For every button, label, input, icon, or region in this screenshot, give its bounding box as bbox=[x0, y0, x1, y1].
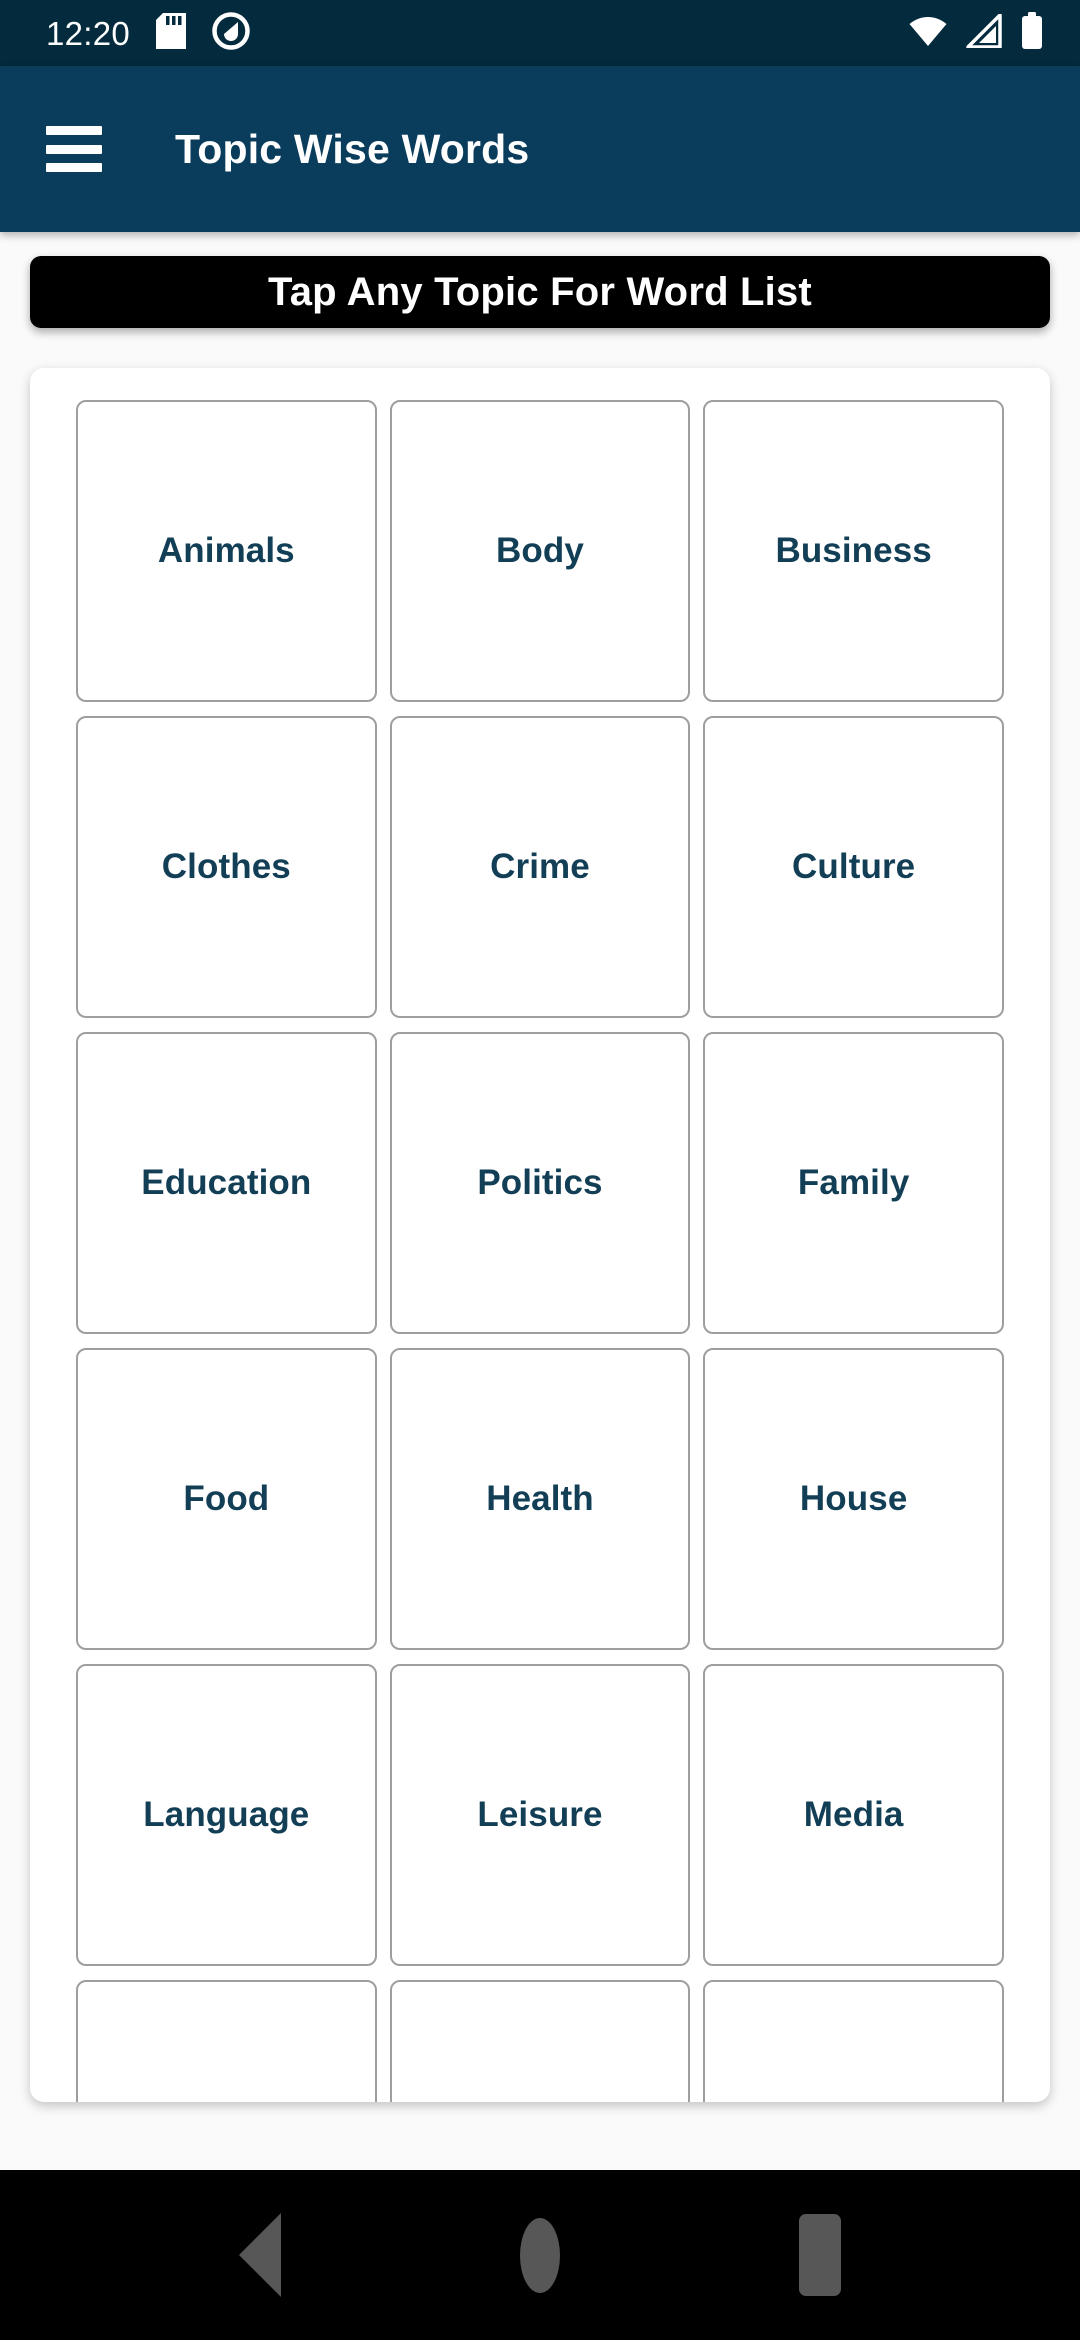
hamburger-bar-3 bbox=[46, 163, 102, 172]
topic-cell-label: Body bbox=[496, 531, 584, 570]
hamburger-menu-icon[interactable] bbox=[46, 126, 102, 172]
topic-grid-card: Animals Body Business Clothes Crime Culture Ed… bbox=[30, 368, 1050, 2102]
topic-cell-label: Clothes bbox=[161, 847, 291, 886]
back-button[interactable] bbox=[200, 2195, 320, 2315]
recents-button[interactable] bbox=[760, 2195, 880, 2315]
topic-cell-label: Animals bbox=[157, 531, 295, 570]
topic-cell[interactable]: Family bbox=[703, 1032, 1004, 1334]
topic-cell[interactable]: Media bbox=[703, 1664, 1004, 1966]
topic-cell-label: Health bbox=[486, 1479, 594, 1518]
instruction-banner-text: Tap Any Topic For Word List bbox=[268, 269, 812, 314]
topic-cell-label: House bbox=[799, 1479, 908, 1518]
hamburger-bar-1 bbox=[46, 126, 102, 135]
topic-cell-label: Crime bbox=[490, 847, 590, 886]
home-button[interactable] bbox=[480, 2195, 600, 2315]
topic-cell-label: Business bbox=[775, 531, 932, 570]
hamburger-bar-2 bbox=[46, 144, 102, 154]
main-content: Tap Any Topic For Word List Animals Body B… bbox=[0, 232, 1080, 2170]
topic-grid: Animals Body Business Clothes Crime Culture Ed… bbox=[76, 400, 1004, 2102]
topic-cell[interactable]: Animals bbox=[76, 400, 377, 702]
instruction-banner: Tap Any Topic For Word List bbox=[30, 256, 1050, 328]
triangle-left-icon bbox=[239, 2213, 281, 2297]
topic-cell-label: Leisure bbox=[477, 1795, 603, 1834]
topic-cell[interactable] bbox=[389, 1980, 691, 2102]
status-bar-left: 12:20 bbox=[46, 11, 250, 55]
topic-cell[interactable]: Politics bbox=[389, 1032, 691, 1334]
topic-cell[interactable]: Clothes bbox=[76, 716, 377, 1018]
topic-cell-label: Culture bbox=[792, 847, 916, 886]
topic-cell-label: Education bbox=[141, 1163, 312, 1202]
topic-cell[interactable]: Crime bbox=[389, 716, 691, 1018]
wifi-icon bbox=[908, 15, 948, 52]
topic-cell[interactable]: Education bbox=[76, 1032, 377, 1334]
status-clock: 12:20 bbox=[46, 14, 131, 52]
sd-card-icon bbox=[156, 12, 187, 54]
do-not-disturb-icon bbox=[212, 11, 250, 55]
topic-cell-label: Politics bbox=[477, 1163, 603, 1202]
app-bar: Topic Wise Words bbox=[0, 66, 1080, 232]
status-bar-right bbox=[908, 11, 1044, 55]
topic-cell[interactable]: Language bbox=[76, 1664, 377, 1966]
topic-cell[interactable]: Food bbox=[76, 1348, 377, 1650]
topic-cell[interactable]: Body bbox=[389, 400, 691, 702]
topic-cell-label: Language bbox=[143, 1795, 310, 1834]
topic-cell-label: Family bbox=[797, 1163, 910, 1202]
square-icon bbox=[799, 2214, 841, 2296]
app-title: Topic Wise Words bbox=[175, 125, 530, 172]
topic-cell[interactable] bbox=[76, 1980, 377, 2102]
topic-cell-label: Media bbox=[803, 1795, 904, 1834]
topic-cell-label: Food bbox=[183, 1479, 270, 1518]
cellular-signal-icon bbox=[966, 12, 1002, 53]
status-bar: 12:20 bbox=[0, 0, 1080, 66]
battery-icon bbox=[1020, 11, 1044, 55]
android-navigation-bar bbox=[0, 2170, 1080, 2340]
topic-cell[interactable]: Health bbox=[389, 1348, 691, 1650]
topic-cell[interactable] bbox=[703, 1980, 1004, 2102]
topic-cell[interactable]: Business bbox=[703, 400, 1004, 702]
topic-cell[interactable]: Leisure bbox=[389, 1664, 691, 1966]
circle-icon bbox=[520, 2217, 560, 2293]
topic-cell[interactable]: Culture bbox=[703, 716, 1004, 1018]
topic-cell[interactable]: House bbox=[703, 1348, 1004, 1650]
